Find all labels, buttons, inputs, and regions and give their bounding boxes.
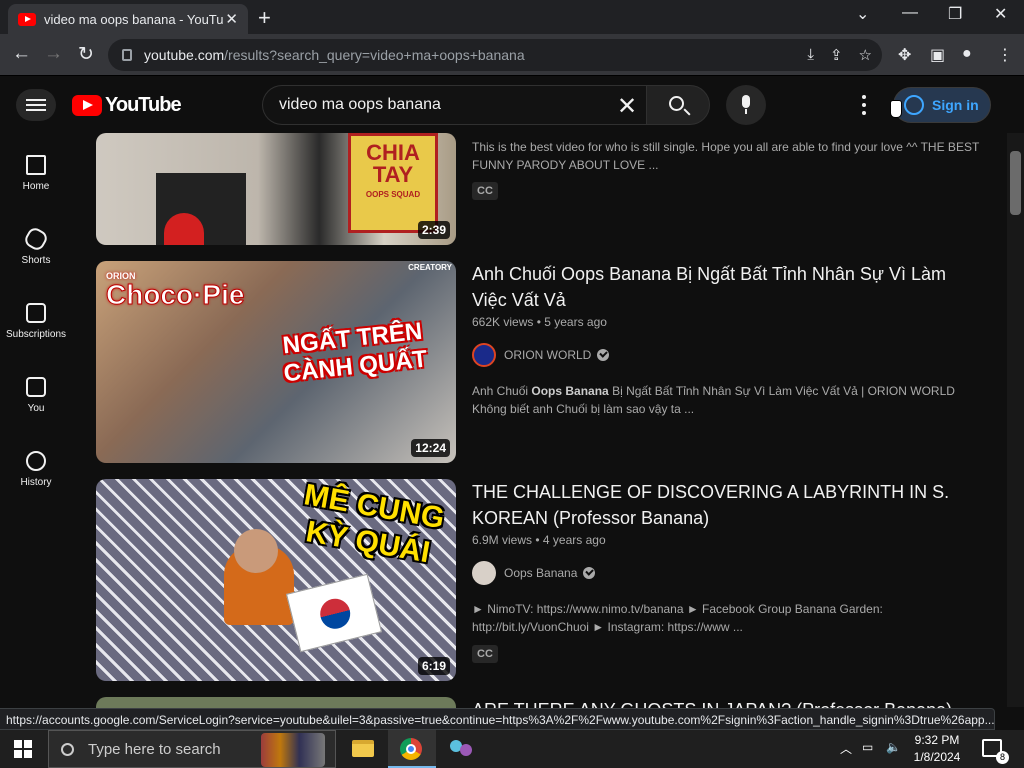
video-description: Anh Chuối Oops Banana Bị Ngất Bất Tỉnh N…: [472, 384, 955, 416]
link-status-bar: https://accounts.google.com/ServiceLogin…: [0, 708, 995, 730]
korea-flag-icon: [285, 573, 383, 653]
side-panel-icon[interactable]: ▣: [930, 45, 945, 65]
sidebar-item-subscriptions[interactable]: Subscriptions: [0, 303, 72, 340]
thumbnail-overlay-text: CHIA TAY OOPS SQUAD: [348, 133, 438, 233]
close-window-button[interactable]: ✕: [994, 4, 1007, 24]
history-icon: [26, 451, 46, 471]
sidebar-item-you[interactable]: You: [0, 377, 72, 414]
install-icon[interactable]: ⤓: [807, 46, 814, 64]
clear-search-icon[interactable]: ✕: [614, 92, 640, 121]
browser-tabstrip: video ma oops banana - YouTube ✕ + ⌄ — ❐…: [0, 0, 1024, 34]
tab-title: video ma oops banana - YouTube: [44, 11, 224, 27]
share-icon[interactable]: ⇪: [830, 46, 843, 64]
video-description: This is the best video for who is still …: [472, 140, 980, 172]
windows-taskbar: Type here to search ︿ ▭ 🔈 9:32 PM 1/8/20…: [0, 730, 1024, 768]
tab-search-icon[interactable]: ⌄: [856, 4, 869, 24]
channel-avatar: [472, 343, 496, 367]
video-title[interactable]: THE CHALLENGE OF DISCOVERING A LABYRINTH…: [472, 479, 972, 531]
video-thumbnail[interactable]: CHIA TAY OOPS SQUAD 2:39: [96, 133, 456, 245]
video-thumbnail[interactable]: MÊ CUNG KỲ QUÁI 6:19: [96, 479, 456, 681]
browser-toolbar: ← → ↻ youtube.com/results?search_query=v…: [0, 34, 1024, 76]
youtube-header: YouTube video ma oops banana ✕ Sign in: [0, 77, 1007, 133]
show-hidden-icons[interactable]: ︿: [840, 740, 852, 757]
verified-icon: [583, 567, 596, 579]
profile-icon[interactable]: ●: [962, 45, 972, 63]
thumbnail-brand: ORION Choco·Pie: [106, 271, 245, 310]
sign-in-button[interactable]: Sign in: [893, 87, 991, 123]
video-title[interactable]: ARE THERE ANY GHOSTS IN JAPAN? (Professo…: [472, 697, 972, 708]
voice-search-button[interactable]: [726, 85, 766, 125]
cc-badge: CC: [472, 645, 498, 663]
address-bar[interactable]: youtube.com/results?search_query=video+m…: [108, 39, 882, 71]
sidebar-item-shorts[interactable]: Shorts: [0, 225, 72, 266]
minimize-button[interactable]: —: [902, 4, 918, 22]
search-icon: [669, 96, 684, 111]
chrome-taskbar-icon[interactable]: [388, 730, 436, 768]
account-icon: [904, 95, 924, 115]
you-icon: [26, 377, 46, 397]
windows-start-icon[interactable]: [14, 740, 32, 758]
video-title[interactable]: Anh Chuối Oops Banana Bị Ngất Bất Tỉnh N…: [472, 261, 972, 313]
close-tab-icon[interactable]: ✕: [225, 10, 238, 28]
youtube-favicon-icon: [18, 12, 36, 26]
video-meta: 6.9M views • 4 years ago: [472, 533, 606, 547]
youtube-logo[interactable]: YouTube: [72, 94, 182, 117]
scrollbar-thumb[interactable]: [1010, 151, 1021, 215]
reload-button[interactable]: ↻: [78, 43, 94, 66]
volume-muted-icon[interactable]: 🔈: [886, 740, 901, 754]
sidebar-item-home[interactable]: Home: [0, 155, 72, 192]
taskbar-clock[interactable]: 9:32 PM 1/8/2024: [906, 732, 968, 766]
video-duration: 12:24: [411, 439, 450, 457]
video-duration: 6:19: [417, 657, 450, 675]
people-app-icon[interactable]: [438, 730, 486, 768]
shorts-icon: [22, 225, 50, 253]
extensions-icon[interactable]: ✥: [898, 45, 911, 65]
lock-icon: [122, 49, 132, 61]
home-icon: [26, 155, 46, 175]
search-icon: [61, 742, 74, 756]
page-scrollbar[interactable]: [1007, 133, 1024, 707]
menu-button[interactable]: [16, 89, 56, 121]
channel-avatar: [472, 561, 496, 585]
forward-button[interactable]: →: [44, 43, 63, 65]
network-icon[interactable]: ▭: [862, 740, 873, 754]
back-button[interactable]: ←: [12, 43, 31, 65]
settings-more-icon[interactable]: [856, 93, 872, 117]
channel-link[interactable]: ORION WORLD: [472, 343, 610, 367]
channel-link[interactable]: Oops Banana: [472, 561, 596, 585]
thumbnail-overlay-text: NGẤT TRÊN CÀNH QUẤT: [281, 317, 429, 388]
video-meta: 662K views • 5 years ago: [472, 315, 607, 329]
bookmark-star-icon[interactable]: ☆: [859, 46, 872, 64]
new-tab-button[interactable]: +: [258, 5, 271, 31]
youtube-play-icon: [72, 95, 102, 116]
verified-icon: [597, 349, 610, 361]
restore-button[interactable]: ❐: [948, 4, 962, 24]
url-text: youtube.com/results?search_query=video+m…: [144, 47, 525, 63]
video-description: ► NimoTV: https://www.nimo.tv/banana ► F…: [472, 602, 883, 634]
subscriptions-icon: [26, 303, 46, 323]
search-highlight-image: [261, 733, 325, 767]
video-duration: 2:39: [417, 221, 450, 239]
sidebar-item-history[interactable]: History: [0, 451, 72, 488]
browser-tab[interactable]: video ma oops banana - YouTube ✕: [8, 4, 248, 34]
video-thumbnail[interactable]: [96, 697, 456, 708]
thumbnail-overlay-text: MÊ CUNG KỲ QUÁI: [301, 479, 447, 570]
cc-badge: CC: [472, 182, 498, 200]
chrome-menu-icon[interactable]: ⋮: [997, 45, 1013, 65]
taskbar-search-input[interactable]: Type here to search: [48, 730, 336, 768]
video-thumbnail[interactable]: ORION Choco·Pie CREATORY NGẤT TRÊN CÀNH …: [96, 261, 456, 463]
file-explorer-icon[interactable]: [338, 730, 386, 768]
hand-cursor-icon: [890, 100, 902, 118]
notification-center-icon[interactable]: 8: [982, 739, 1009, 764]
mini-guide: Home Shorts Subscriptions You History: [0, 133, 72, 707]
search-button[interactable]: [646, 85, 710, 125]
search-input[interactable]: video ma oops banana ✕: [262, 85, 646, 125]
